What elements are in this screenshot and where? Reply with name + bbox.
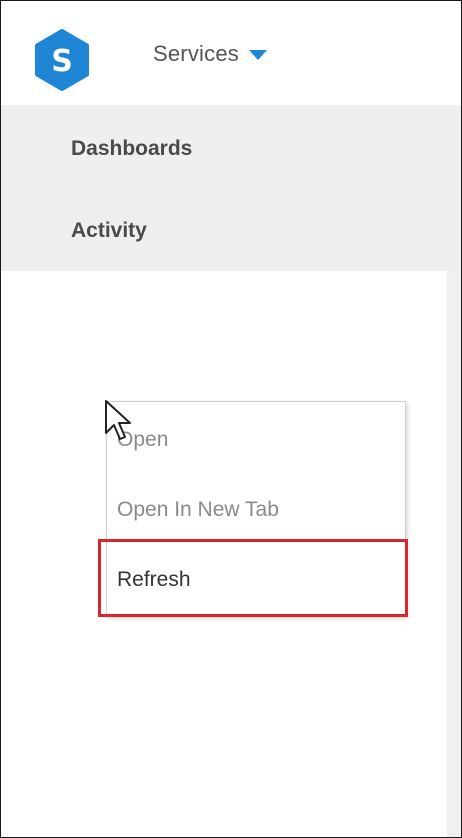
top-header: S Services (1, 1, 461, 105)
nav-menu: Dashboards Activity (1, 105, 461, 271)
hexagon-s-logo-icon[interactable]: S (31, 29, 93, 91)
context-menu-open-in-new-tab[interactable]: Open In New Tab (117, 498, 279, 522)
context-menu-refresh[interactable]: Refresh (117, 568, 191, 592)
logo-letter: S (51, 44, 73, 79)
context-menu-open[interactable]: Open (117, 428, 168, 452)
right-panel-strip (447, 271, 461, 837)
context-menu: Open Open In New Tab Refresh (106, 401, 406, 617)
services-dropdown[interactable]: Services (153, 41, 267, 67)
app-window: S Services Dashboards Activity Open Open… (0, 0, 462, 838)
nav-item-activity[interactable]: Activity (71, 219, 147, 243)
nav-item-dashboards[interactable]: Dashboards (71, 137, 192, 161)
menu-divider (107, 540, 405, 541)
caret-down-icon (248, 50, 267, 60)
services-label: Services (153, 41, 239, 66)
